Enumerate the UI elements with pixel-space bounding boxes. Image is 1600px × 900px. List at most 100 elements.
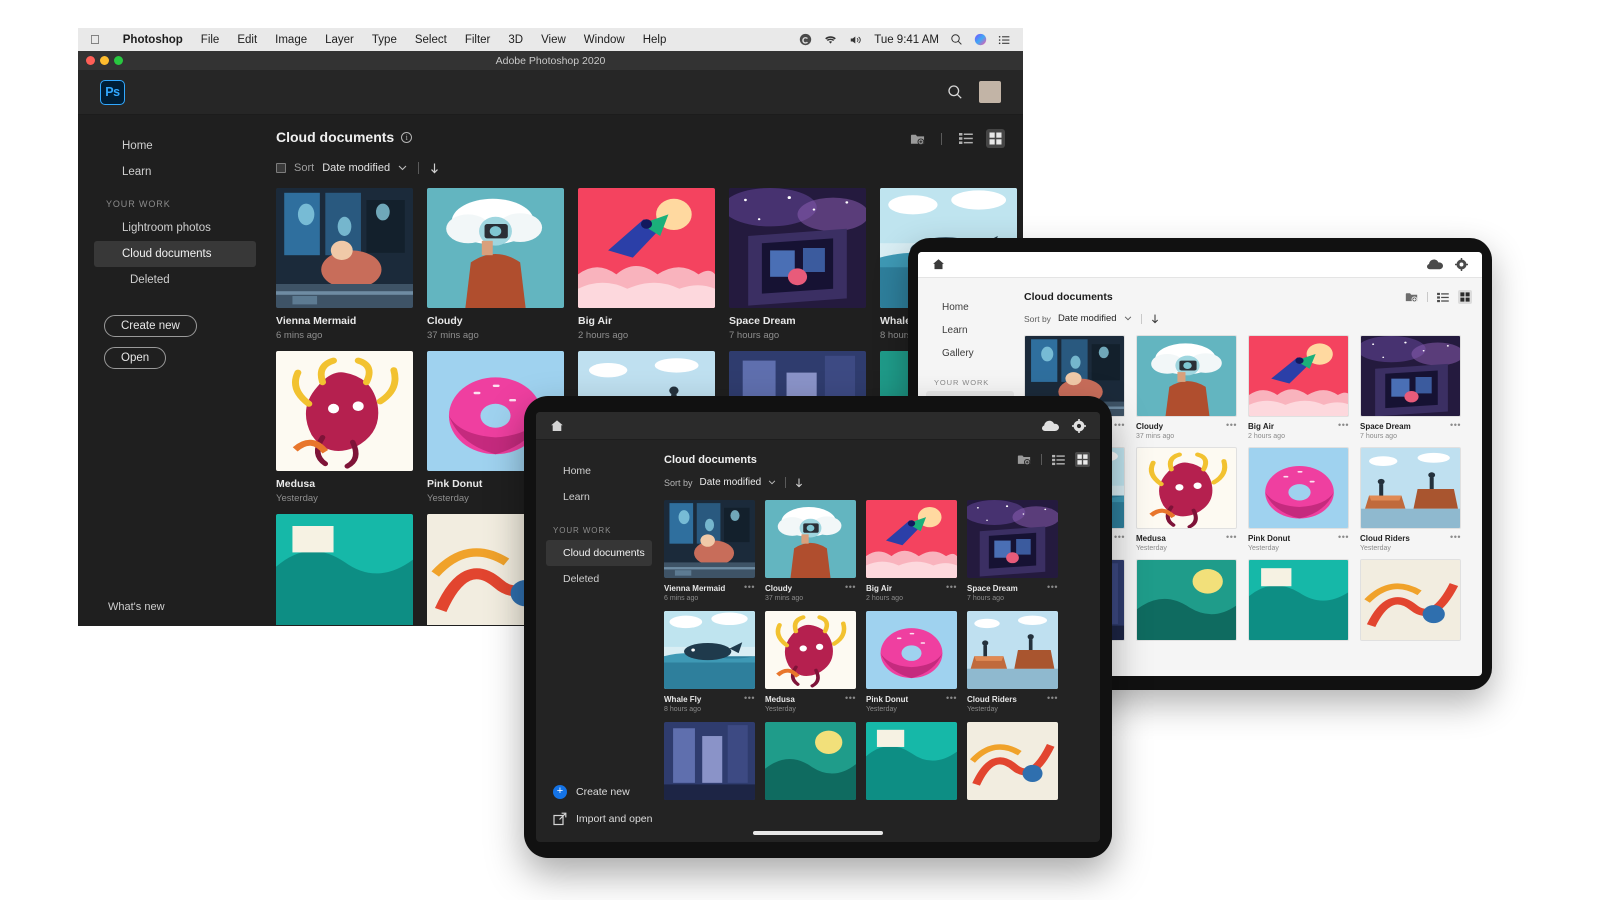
- chevron-down-icon[interactable]: [1124, 316, 1132, 321]
- document-thumbnail[interactable]: [1248, 559, 1349, 641]
- overflow-menu-icon[interactable]: •••: [946, 694, 957, 703]
- document-card[interactable]: [1136, 559, 1237, 641]
- list-view-icon[interactable]: [956, 129, 975, 148]
- overflow-menu-icon[interactable]: •••: [946, 583, 957, 592]
- open-button[interactable]: Open: [104, 347, 167, 369]
- document-card[interactable]: [765, 722, 856, 800]
- overflow-menu-icon[interactable]: •••: [1338, 533, 1349, 542]
- search-icon[interactable]: [950, 33, 963, 46]
- overflow-menu-icon[interactable]: •••: [845, 694, 856, 703]
- sidebar-item-home[interactable]: Home: [926, 296, 1014, 319]
- volume-icon[interactable]: [849, 34, 863, 46]
- document-thumbnail[interactable]: [866, 500, 957, 578]
- list-view-icon[interactable]: [1052, 454, 1065, 466]
- document-card[interactable]: Cloudy 37 mins ago: [427, 188, 564, 341]
- document-thumbnail[interactable]: [276, 351, 413, 471]
- document-thumbnail[interactable]: [1248, 447, 1349, 529]
- document-card[interactable]: Cloudy 37 mins ago •••: [765, 500, 856, 602]
- menu-item-filter[interactable]: Filter: [456, 34, 500, 46]
- maximize-button[interactable]: [114, 56, 123, 65]
- document-thumbnail[interactable]: [664, 722, 755, 800]
- sort-direction-icon[interactable]: [430, 163, 439, 174]
- document-thumbnail[interactable]: [765, 500, 856, 578]
- grid-view-icon[interactable]: [1075, 452, 1090, 467]
- gear-icon[interactable]: [1072, 418, 1086, 433]
- grid-view-icon[interactable]: [1458, 290, 1472, 304]
- menu-item-type[interactable]: Type: [363, 34, 406, 46]
- sort-value[interactable]: Date modified: [322, 162, 390, 174]
- document-card[interactable]: [1360, 559, 1461, 641]
- overflow-menu-icon[interactable]: •••: [1338, 421, 1349, 430]
- menu-item-view[interactable]: View: [532, 34, 575, 46]
- document-card[interactable]: [967, 722, 1058, 800]
- overflow-menu-icon[interactable]: •••: [1226, 533, 1237, 542]
- sidebar-item-cloud-documents[interactable]: Cloud documents: [94, 241, 256, 267]
- close-button[interactable]: [86, 56, 95, 65]
- document-thumbnail[interactable]: [427, 188, 564, 308]
- document-card[interactable]: Space Dream 7 hours ago: [729, 188, 866, 341]
- chevron-down-icon[interactable]: [768, 480, 776, 485]
- menu-item-select[interactable]: Select: [406, 34, 456, 46]
- document-thumbnail[interactable]: [1360, 447, 1461, 529]
- document-card[interactable]: Cloudy 37 mins ago •••: [1136, 335, 1237, 440]
- sort-direction-icon[interactable]: [795, 478, 803, 488]
- document-card[interactable]: [664, 722, 755, 800]
- menu-item-window[interactable]: Window: [575, 34, 634, 46]
- menu-item-layer[interactable]: Layer: [316, 34, 363, 46]
- overflow-menu-icon[interactable]: •••: [744, 694, 755, 703]
- grid-view-icon[interactable]: [986, 129, 1005, 148]
- overflow-menu-icon[interactable]: •••: [1450, 421, 1461, 430]
- sidebar-item-cloud-documents[interactable]: Cloud documents: [546, 540, 652, 566]
- document-card[interactable]: Vienna Mermaid 6 mins ago •••: [664, 500, 755, 602]
- document-card[interactable]: Big Air 2 hours ago: [578, 188, 715, 341]
- document-thumbnail[interactable]: [664, 500, 755, 578]
- cc-icon[interactable]: [799, 33, 812, 46]
- document-thumbnail[interactable]: [1136, 335, 1237, 417]
- menu-item-file[interactable]: File: [192, 34, 229, 46]
- document-card[interactable]: Medusa Yesterday •••: [1136, 447, 1237, 552]
- menu-item-3d[interactable]: 3D: [499, 34, 532, 46]
- cloud-icon[interactable]: [1042, 420, 1059, 432]
- overflow-menu-icon[interactable]: •••: [744, 583, 755, 592]
- menu-item-photoshop[interactable]: Photoshop: [114, 34, 192, 46]
- new-cloud-document-icon[interactable]: [1017, 453, 1031, 466]
- sidebar-item-home[interactable]: Home: [546, 458, 652, 484]
- document-card[interactable]: Space Dream 7 hours ago •••: [1360, 335, 1461, 440]
- select-all-checkbox[interactable]: [276, 163, 286, 173]
- control-center-icon[interactable]: [998, 34, 1011, 46]
- siri-icon[interactable]: [974, 33, 987, 46]
- document-card[interactable]: [866, 722, 957, 800]
- wifi-icon[interactable]: [823, 34, 838, 45]
- document-card[interactable]: Space Dream 7 hours ago •••: [967, 500, 1058, 602]
- document-card[interactable]: Pink Donut Yesterday •••: [1248, 447, 1349, 552]
- sidebar-item-lightroom-photos[interactable]: Lightroom photos: [94, 215, 256, 241]
- home-icon[interactable]: [932, 258, 945, 271]
- document-thumbnail[interactable]: [967, 611, 1058, 689]
- sort-value[interactable]: Date modified: [700, 477, 762, 488]
- document-thumbnail[interactable]: [765, 722, 856, 800]
- document-thumbnail[interactable]: [765, 611, 856, 689]
- sidebar-item-home[interactable]: Home: [94, 133, 256, 159]
- minimize-button[interactable]: [100, 56, 109, 65]
- document-card[interactable]: Medusa Yesterday: [276, 351, 413, 504]
- document-thumbnail[interactable]: [276, 514, 413, 625]
- overflow-menu-icon[interactable]: •••: [1047, 694, 1058, 703]
- document-card[interactable]: [1248, 559, 1349, 641]
- sidebar-item-learn[interactable]: Learn: [94, 159, 256, 185]
- document-thumbnail[interactable]: [866, 611, 957, 689]
- overflow-menu-icon[interactable]: •••: [1047, 583, 1058, 592]
- sidebar-item-gallery[interactable]: Gallery: [926, 342, 1014, 365]
- document-card[interactable]: Medusa Yesterday •••: [765, 611, 856, 713]
- list-view-icon[interactable]: [1437, 292, 1449, 303]
- import-and-open-button[interactable]: Import and open: [553, 812, 652, 826]
- search-icon[interactable]: [947, 84, 963, 100]
- menu-item-image[interactable]: Image: [266, 34, 316, 46]
- document-thumbnail[interactable]: [1360, 559, 1461, 641]
- document-card[interactable]: Pink Donut Yesterday •••: [866, 611, 957, 713]
- document-thumbnail[interactable]: [1360, 335, 1461, 417]
- document-card[interactable]: Whale Fly 8 hours ago •••: [664, 611, 755, 713]
- overflow-menu-icon[interactable]: •••: [1450, 533, 1461, 542]
- sort-value[interactable]: Date modified: [1058, 313, 1117, 324]
- document-thumbnail[interactable]: [729, 188, 866, 308]
- document-thumbnail[interactable]: [276, 188, 413, 308]
